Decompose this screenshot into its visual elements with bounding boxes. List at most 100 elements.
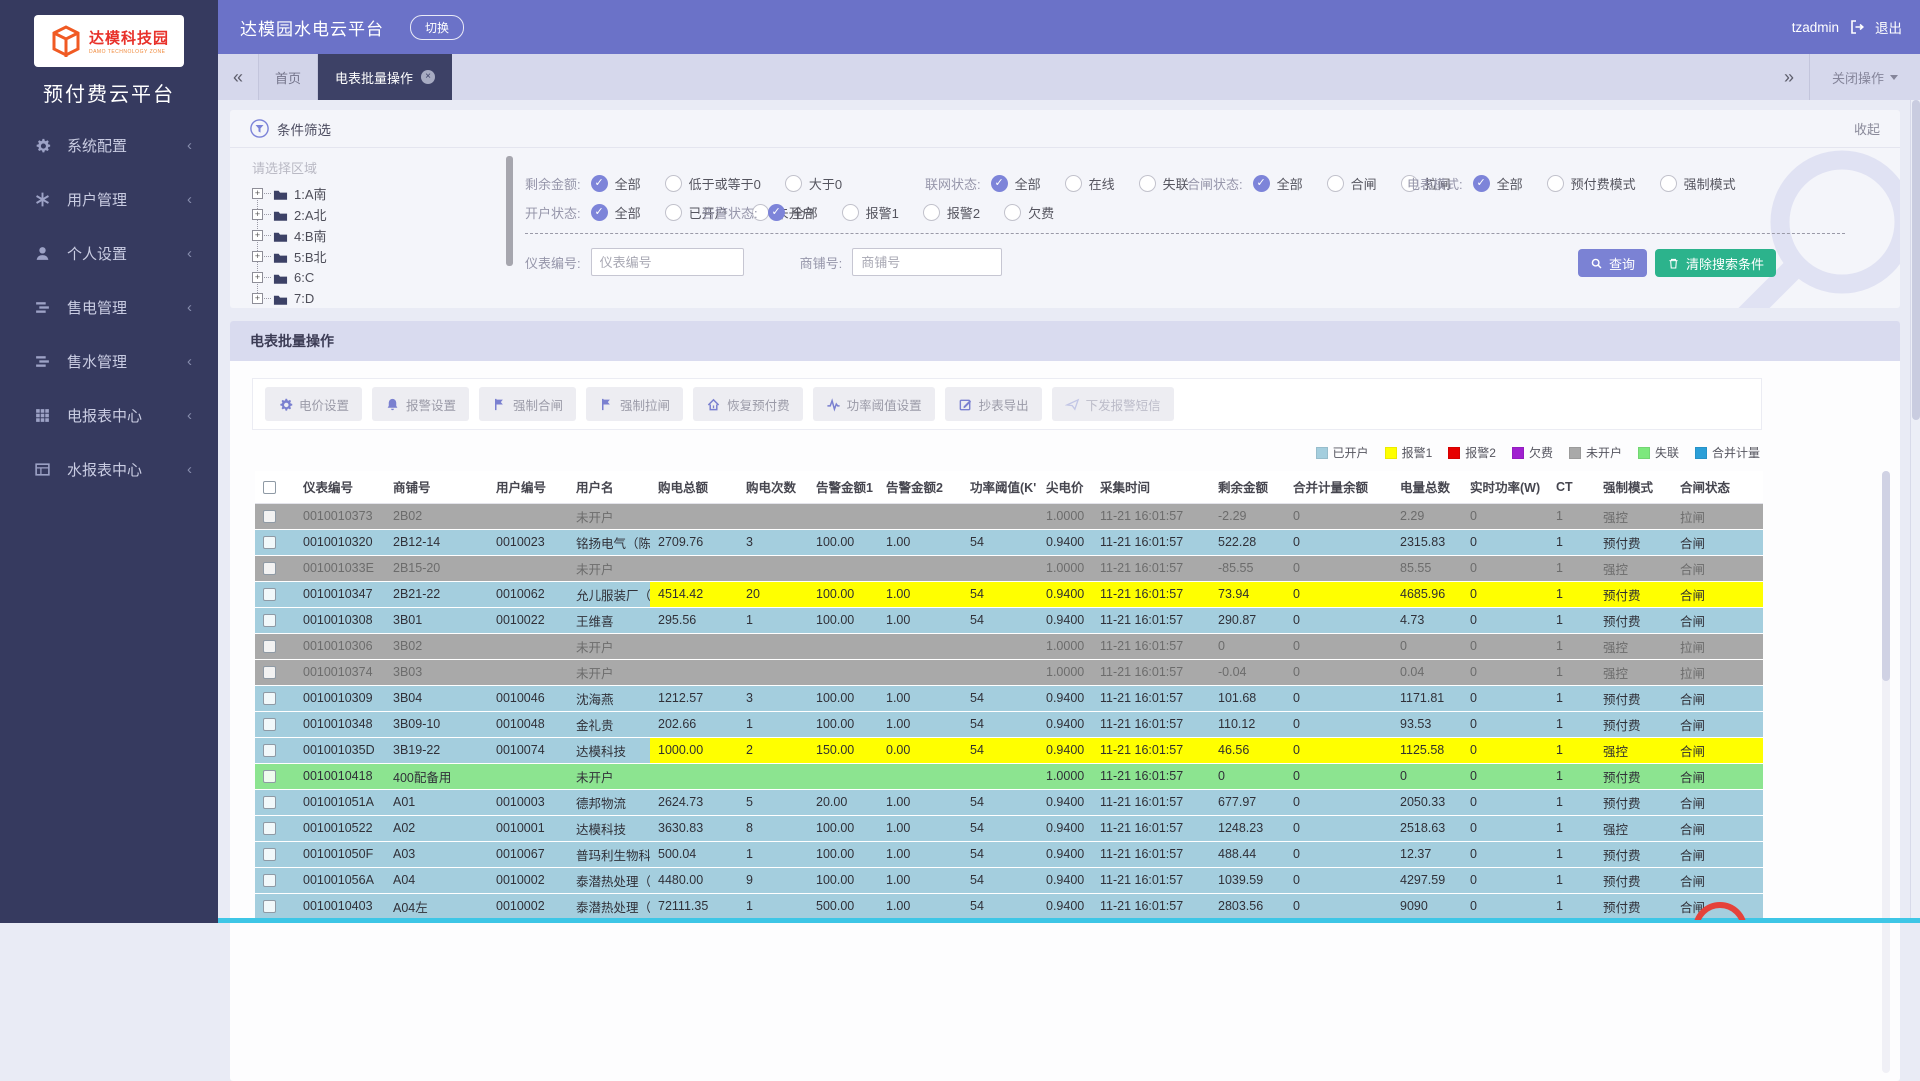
radio-unchecked-icon[interactable] (1065, 175, 1082, 192)
radio-option[interactable]: ✓全部 (768, 203, 818, 222)
row-checkbox[interactable] (263, 614, 276, 627)
row-checkbox[interactable] (263, 770, 276, 783)
table-row[interactable]: 00100103732B02未开户1.000011-21 16:01:57-2.… (255, 503, 1763, 529)
tree-expand-icon[interactable]: + (252, 188, 263, 199)
row-checkbox[interactable] (263, 822, 276, 835)
radio-option[interactable]: 大于0 (785, 174, 842, 193)
tree-expand-icon[interactable]: + (252, 293, 263, 304)
page-scrollbar[interactable] (1910, 100, 1920, 918)
table-row[interactable]: 00100103083B010010022王维喜295.561100.001.0… (255, 607, 1763, 633)
tree-expand-icon[interactable]: + (252, 272, 263, 283)
row-checkbox[interactable] (263, 744, 276, 757)
radio-option[interactable]: 报警2 (923, 203, 980, 222)
row-checkbox[interactable] (263, 588, 276, 601)
sidebar-item-list[interactable]: 售电管理‹ (0, 280, 218, 334)
close-operations-dropdown[interactable]: 关闭操作 (1810, 68, 1920, 87)
table-row[interactable]: 00100103202B12-140010023铭扬电气（陈进2709.7631… (255, 529, 1763, 555)
radio-unchecked-icon[interactable] (923, 204, 940, 221)
radio-checked-icon[interactable]: ✓ (591, 175, 608, 192)
radio-unchecked-icon[interactable] (1139, 175, 1156, 192)
table-row[interactable]: 00100103472B21-220010062允儿服装厂（原4514.4220… (255, 581, 1763, 607)
radio-option[interactable]: ✓全部 (591, 174, 641, 193)
radio-unchecked-icon[interactable] (842, 204, 859, 221)
radio-unchecked-icon[interactable] (785, 175, 802, 192)
table-row[interactable]: 0010010403A04左0010002泰潜热处理（恒72111.351500… (255, 893, 1763, 919)
tree-node[interactable]: +2:A北 (252, 204, 502, 225)
tree-expand-icon[interactable]: + (252, 251, 263, 262)
tree-node[interactable]: +7:D (252, 288, 502, 308)
radio-unchecked-icon[interactable] (1004, 204, 1021, 221)
table-row[interactable]: 0010010522A020010001达模科技3630.838100.001.… (255, 815, 1763, 841)
radio-option[interactable]: 预付费模式 (1547, 174, 1636, 193)
tree-scrollbar[interactable] (506, 156, 513, 266)
row-checkbox[interactable] (263, 640, 276, 653)
toolbar-button-flag[interactable]: 强制合闸 (479, 387, 576, 421)
radio-checked-icon[interactable]: ✓ (1473, 175, 1490, 192)
radio-option[interactable]: 强制模式 (1660, 174, 1736, 193)
row-checkbox[interactable] (263, 848, 276, 861)
collapse-button[interactable]: 收起 (1854, 119, 1880, 138)
radio-option[interactable]: 在线 (1065, 174, 1115, 193)
toolbar-button-send[interactable]: 下发报警短信 (1052, 387, 1174, 421)
table-row[interactable]: 001001035D3B19-220010074达模科技1000.002150.… (255, 737, 1763, 763)
radio-unchecked-icon[interactable] (665, 204, 682, 221)
tree-expand-icon[interactable]: + (252, 209, 263, 220)
row-checkbox[interactable] (263, 666, 276, 679)
row-checkbox[interactable] (263, 562, 276, 575)
logout-button[interactable]: 退出 (1875, 17, 1902, 37)
radio-option[interactable]: ✓全部 (1473, 174, 1523, 193)
toolbar-button-edit[interactable]: 抄表导出 (945, 387, 1042, 421)
radio-option[interactable]: 合闸 (1327, 174, 1377, 193)
clear-search-button[interactable]: 清除搜索条件 (1655, 249, 1776, 277)
tree-node[interactable]: +1:A南 (252, 183, 502, 204)
table-row[interactable]: 001001033E2B15-20未开户1.000011-21 16:01:57… (255, 555, 1763, 581)
radio-option[interactable]: ✓全部 (591, 203, 641, 222)
sidebar-item-asterisk[interactable]: 用户管理‹ (0, 172, 218, 226)
radio-unchecked-icon[interactable] (1327, 175, 1344, 192)
meter-no-input[interactable] (591, 248, 744, 276)
row-checkbox[interactable] (263, 536, 276, 549)
radio-unchecked-icon[interactable] (665, 175, 682, 192)
table-row[interactable]: 00100103743B03未开户1.000011-21 16:01:57-0.… (255, 659, 1763, 685)
row-checkbox[interactable] (263, 874, 276, 887)
row-checkbox[interactable] (263, 900, 276, 913)
table-row[interactable]: 001001050FA030010067普玛利生物科技500.041100.00… (255, 841, 1763, 867)
row-checkbox[interactable] (263, 718, 276, 731)
tree-node[interactable]: +4:B南 (252, 225, 502, 246)
radio-checked-icon[interactable]: ✓ (991, 175, 1008, 192)
radio-checked-icon[interactable]: ✓ (591, 204, 608, 221)
sidebar-item-tableic[interactable]: 水报表中心‹ (0, 442, 218, 496)
tabs-scroll-left-icon[interactable]: « (218, 54, 258, 100)
sidebar-item-grid[interactable]: 电报表中心‹ (0, 388, 218, 442)
tab[interactable]: 首页 (258, 54, 318, 100)
sidebar-item-list[interactable]: 售水管理‹ (0, 334, 218, 388)
table-row[interactable]: 001001056AA040010002泰潜热处理（恒4480.009100.0… (255, 867, 1763, 893)
radio-option[interactable]: 报警1 (842, 203, 899, 222)
tree-node[interactable]: +6:C (252, 267, 502, 288)
tab[interactable]: 电表批量操作× (318, 54, 452, 100)
toolbar-button-gear[interactable]: 电价设置 (265, 387, 362, 421)
radio-checked-icon[interactable]: ✓ (1253, 175, 1270, 192)
radio-option[interactable]: 低于或等于0 (665, 174, 761, 193)
row-checkbox[interactable] (263, 692, 276, 705)
logout-icon[interactable] (1849, 19, 1865, 35)
row-checkbox[interactable] (263, 510, 276, 523)
table-row[interactable]: 00100103063B02未开户1.000011-21 16:01:57000… (255, 633, 1763, 659)
tab-close-icon[interactable]: × (421, 70, 435, 84)
sidebar-item-gear[interactable]: 系统配置‹ (0, 118, 218, 172)
toolbar-button-home[interactable]: 恢复预付费 (693, 387, 803, 421)
select-all-checkbox[interactable] (263, 481, 276, 494)
radio-option[interactable]: 失联 (1139, 174, 1189, 193)
row-checkbox[interactable] (263, 796, 276, 809)
table-row[interactable]: 00100103093B040010046沈海燕1212.573100.001.… (255, 685, 1763, 711)
radio-option[interactable]: ✓全部 (1253, 174, 1303, 193)
switch-button[interactable]: 切换 (410, 15, 464, 40)
table-row[interactable]: 0010010418400配备用未开户1.000011-21 16:01:570… (255, 763, 1763, 789)
tree-node[interactable]: +5:B北 (252, 246, 502, 267)
radio-checked-icon[interactable]: ✓ (768, 204, 785, 221)
tabs-scroll-right-icon[interactable]: » (1769, 67, 1809, 88)
toolbar-button-bell[interactable]: 报警设置 (372, 387, 469, 421)
radio-option[interactable]: 欠费 (1004, 203, 1054, 222)
tree-expand-icon[interactable]: + (252, 230, 263, 241)
shop-no-input[interactable] (852, 248, 1002, 276)
